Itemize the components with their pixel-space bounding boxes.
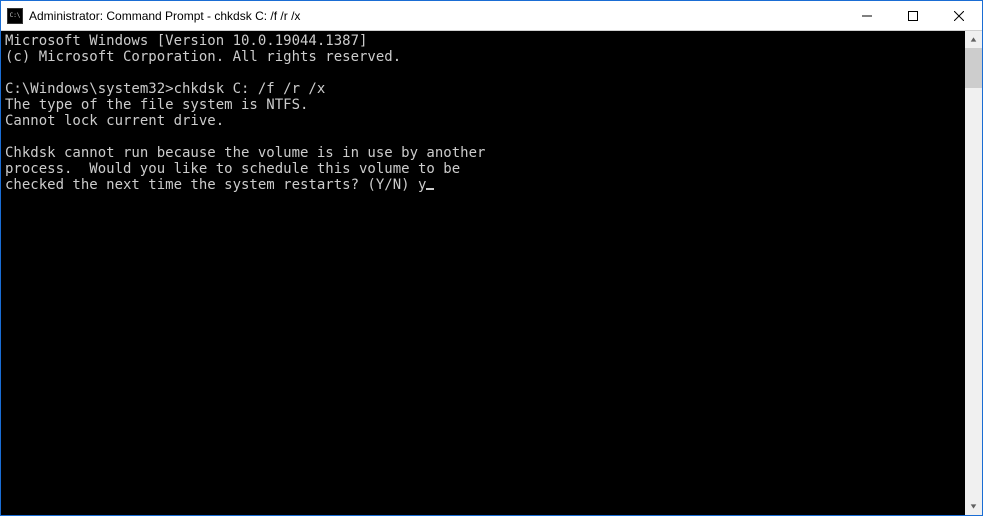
output-line: checked the next time the system restart… <box>5 177 418 193</box>
prompt-line: C:\Windows\system32>chkdsk C: /f /r /x <box>5 81 325 97</box>
maximize-button[interactable] <box>890 1 936 30</box>
user-input: y <box>418 177 426 193</box>
minimize-button[interactable] <box>844 1 890 30</box>
scroll-up-button[interactable] <box>965 31 982 48</box>
scroll-track[interactable] <box>965 48 982 498</box>
window-controls <box>844 1 982 30</box>
output-line: Cannot lock current drive. <box>5 113 224 129</box>
window-title: Administrator: Command Prompt - chkdsk C… <box>29 9 844 23</box>
output-line: (c) Microsoft Corporation. All rights re… <box>5 49 401 65</box>
output-line: process. Would you like to schedule this… <box>5 161 460 177</box>
scroll-down-button[interactable] <box>965 498 982 515</box>
vertical-scrollbar[interactable] <box>965 31 982 515</box>
output-line: Microsoft Windows [Version 10.0.19044.13… <box>5 33 367 49</box>
output-line: Chkdsk cannot run because the volume is … <box>5 145 485 161</box>
console-area: Microsoft Windows [Version 10.0.19044.13… <box>1 31 982 515</box>
cmd-icon <box>7 8 23 24</box>
scroll-thumb[interactable] <box>965 48 982 88</box>
cmd-window: Administrator: Command Prompt - chkdsk C… <box>0 0 983 516</box>
console-output[interactable]: Microsoft Windows [Version 10.0.19044.13… <box>1 31 965 515</box>
output-line: The type of the file system is NTFS. <box>5 97 308 113</box>
cursor-icon <box>426 188 434 190</box>
close-button[interactable] <box>936 1 982 30</box>
titlebar[interactable]: Administrator: Command Prompt - chkdsk C… <box>1 1 982 31</box>
